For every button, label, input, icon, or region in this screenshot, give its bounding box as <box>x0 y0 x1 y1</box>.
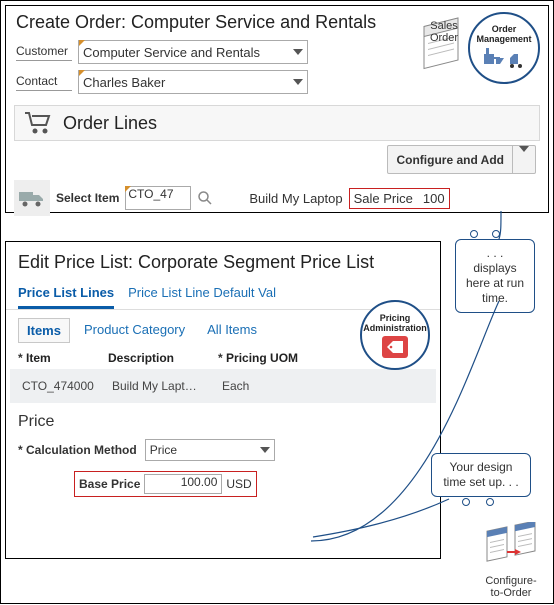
configure-to-order-icon <box>483 522 541 573</box>
pricing-administration-badge: Pricing Administration <box>360 300 430 370</box>
contact-value: Charles Baker <box>83 75 165 90</box>
order-management-badge: Order Management <box>468 12 540 84</box>
customer-label: Customer <box>16 44 72 61</box>
table-row[interactable]: CTO_474000 Build My Lapt… Each <box>10 369 436 403</box>
customer-select[interactable]: Computer Service and Rentals <box>78 40 308 64</box>
item-code-input[interactable]: CTO_47 <box>125 186 191 210</box>
search-icon[interactable] <box>197 190 213 206</box>
configure-and-add-button[interactable]: Configure and Add <box>387 145 536 174</box>
chevron-down-icon <box>519 146 529 167</box>
item-row: Select Item CTO_47 Build My Laptop Sale … <box>6 176 548 224</box>
sales-order-label: Sales Order <box>424 20 464 44</box>
edit-price-list-title: Edit Price List: Corporate Segment Price… <box>6 242 440 279</box>
callout-design: Your design time set up. . . <box>431 453 531 497</box>
sale-price-label: Sale Price <box>354 191 413 206</box>
truck-icon <box>14 180 50 216</box>
calc-method-row: Calculation Method Price <box>6 435 440 465</box>
chevron-down-icon <box>293 49 303 55</box>
cell-description: Build My Lapt… <box>112 379 222 393</box>
pricing-administration-label: Pricing Administration <box>363 313 427 333</box>
subtab-all-items[interactable]: All Items <box>199 318 265 343</box>
currency-label: USD <box>226 477 251 491</box>
base-price-box: Base Price 100.00 USD <box>74 471 257 497</box>
configure-to-order-label: Configure- to-Order <box>475 575 547 599</box>
sale-price-box: Sale Price 100 <box>349 188 450 209</box>
configure-and-add-split[interactable] <box>512 146 535 173</box>
sale-price-value: 100 <box>423 191 445 206</box>
factory-truck-icon <box>482 44 526 72</box>
edit-price-list-panel: Edit Price List: Corporate Segment Price… <box>5 241 441 559</box>
calc-method-value: Price <box>150 443 177 457</box>
subtab-items[interactable]: Items <box>18 318 70 343</box>
tab-price-list-line-default[interactable]: Price List Line Default Val <box>128 279 276 309</box>
base-price-row: Base Price 100.00 USD <box>6 465 440 507</box>
order-lines-header: Order Lines <box>14 105 540 141</box>
create-order-panel: Create Order: Computer Service and Renta… <box>5 5 549 213</box>
contact-label: Contact <box>16 74 72 91</box>
base-price-input[interactable]: 100.00 <box>144 474 222 494</box>
customer-value: Computer Service and Rentals <box>83 45 260 60</box>
col-pricing-uom: Pricing UOM <box>218 351 328 365</box>
configure-and-add-label: Configure and Add <box>388 149 512 171</box>
pricing-tag-icon <box>382 336 408 358</box>
order-lines-title: Order Lines <box>63 113 157 134</box>
base-price-value: 100.00 <box>181 475 218 489</box>
build-my-laptop-label: Build My Laptop <box>249 191 342 206</box>
chevron-down-icon <box>260 447 270 453</box>
chevron-down-icon <box>293 79 303 85</box>
item-code-value: CTO_47 <box>128 187 173 201</box>
callout-runtime: . . . displays here at run time. <box>455 239 535 313</box>
cart-icon <box>23 110 55 136</box>
calc-method-label: Calculation Method <box>18 443 137 457</box>
order-management-label: Order Management <box>476 24 531 44</box>
cell-uom: Each <box>222 379 332 393</box>
cell-item: CTO_474000 <box>22 379 112 393</box>
tab-price-list-lines[interactable]: Price List Lines <box>18 279 114 309</box>
calc-method-select[interactable]: Price <box>145 439 275 461</box>
base-price-label: Base Price <box>79 477 140 491</box>
subtab-product-category[interactable]: Product Category <box>76 318 193 343</box>
price-heading: Price <box>6 403 440 435</box>
configure-add-row: Configure and Add <box>6 145 536 174</box>
col-description: Description <box>108 351 218 365</box>
contact-select[interactable]: Charles Baker <box>78 70 308 94</box>
col-item: Item <box>18 351 108 365</box>
select-item-label: Select Item <box>56 191 119 205</box>
